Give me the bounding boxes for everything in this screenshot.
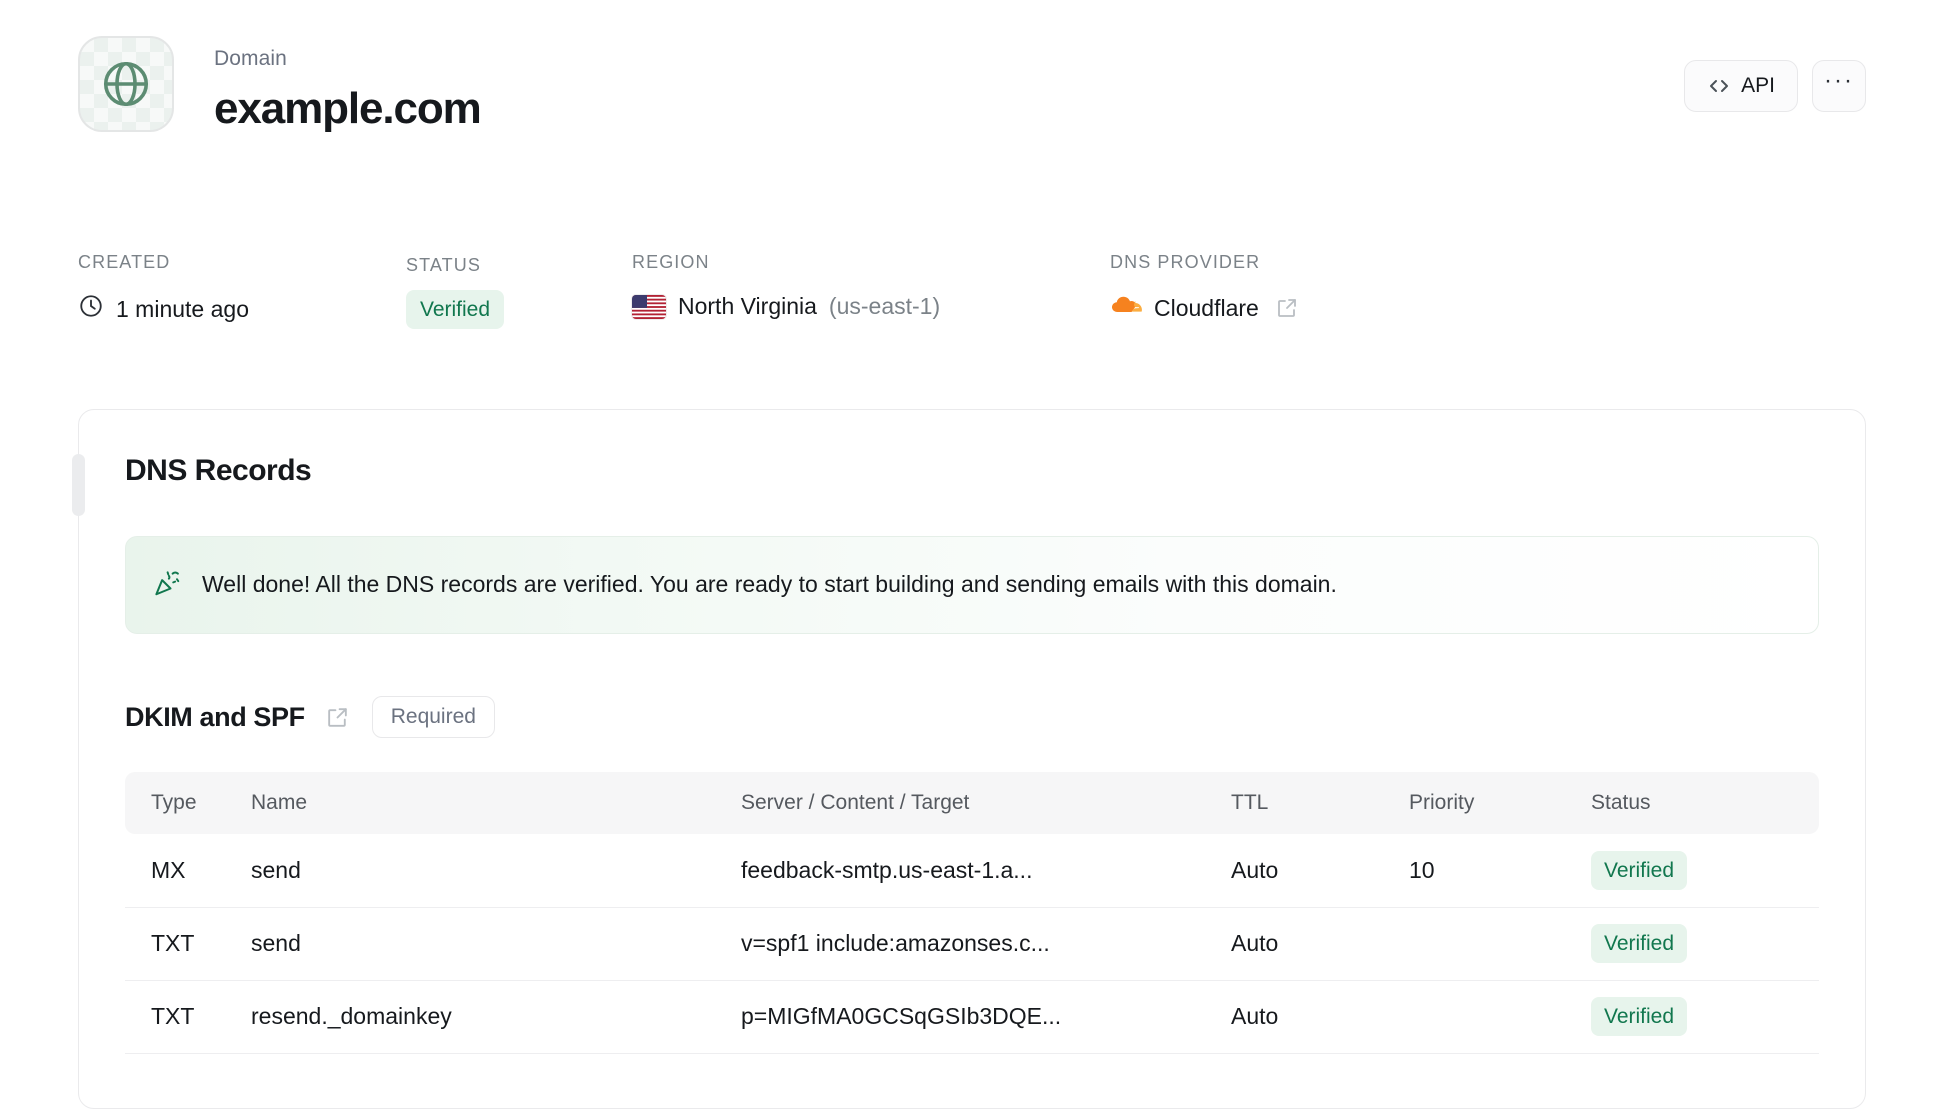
status-badge: Verified [1591, 924, 1688, 964]
column-header-status[interactable]: Status [1591, 772, 1819, 835]
dkim-spf-section-header: DKIM and SPF Required [125, 696, 1819, 739]
meta-region-code: (us-east-1) [828, 293, 941, 319]
cloudflare-icon [1110, 293, 1142, 323]
page-title: example.com [214, 84, 482, 133]
table-body: MX send feedback-smtp.us-east-1.a... Aut… [125, 834, 1819, 1054]
cell-ttl: Auto [1231, 834, 1409, 908]
table-row[interactable]: TXT send v=spf1 include:amazonses.c... A… [125, 907, 1819, 981]
column-header-ttl[interactable]: TTL [1231, 772, 1409, 835]
cell-status: Verified [1591, 834, 1819, 908]
table-row[interactable]: TXT resend._domainkey p=MIGfMA0GCSqGSIb3… [125, 980, 1819, 1054]
cell-priority [1409, 980, 1591, 1054]
dns-records-card: DNS Records Well done! All the DNS recor… [72, 409, 1866, 1110]
meta-created: CREATED 1 minute ago [78, 252, 406, 325]
cell-target: v=spf1 include:amazonses.c... [741, 907, 1231, 981]
dns-records-table: Type Name Server / Content / Target TTL … [125, 772, 1819, 1054]
meta-provider-value: Cloudflare [1154, 294, 1259, 321]
api-button[interactable]: API [1684, 60, 1798, 112]
globe-icon [99, 57, 153, 111]
cell-name: resend._domainkey [251, 980, 741, 1054]
domain-avatar-tile [78, 36, 174, 132]
card-drag-handle[interactable] [72, 454, 85, 517]
status-badge: Verified [1591, 850, 1688, 891]
success-notice: Well done! All the DNS records are verif… [125, 536, 1819, 635]
cell-target: feedback-smtp.us-east-1.a... [741, 834, 1231, 908]
cell-priority: 10 [1409, 834, 1591, 908]
meta-region-value: North Virginia [678, 293, 817, 319]
api-button-label: API [1741, 74, 1775, 97]
table-header: Type Name Server / Content / Target TTL … [125, 772, 1819, 835]
meta-created-value-row: 1 minute ago [78, 293, 406, 325]
header-actions: API ··· [1684, 36, 1866, 112]
required-badge: Required [371, 696, 495, 739]
cell-name: send [251, 907, 741, 981]
meta-provider-label: DNS PROVIDER [1110, 252, 1261, 272]
meta-created-label: CREATED [78, 252, 171, 272]
column-header-name[interactable]: Name [251, 772, 741, 835]
title-block: Domain example.com [214, 36, 482, 135]
meta-dns-provider: DNS PROVIDER Cloudflare [1110, 252, 1299, 323]
cell-type: TXT [125, 980, 251, 1054]
code-icon [1707, 74, 1731, 98]
page-header: Domain example.com API ··· [78, 0, 1866, 170]
cell-target: p=MIGfMA0GCSqGSIb3DQE... [741, 980, 1231, 1054]
cell-status: Verified [1591, 907, 1819, 981]
card-title: DNS Records [125, 454, 312, 488]
cell-name: send [251, 834, 741, 908]
status-badge: Verified [1591, 997, 1688, 1037]
table-row[interactable]: MX send feedback-smtp.us-east-1.a... Aut… [125, 834, 1819, 908]
cell-ttl: Auto [1231, 907, 1409, 981]
meta-status: STATUS Verified [406, 252, 632, 330]
meta-status-label: STATUS [406, 255, 481, 275]
meta-region-label: REGION [632, 252, 710, 272]
ellipsis-icon: ··· [1824, 67, 1854, 94]
clock-icon [78, 293, 104, 325]
cell-type: TXT [125, 907, 251, 981]
external-link-icon[interactable] [325, 705, 350, 730]
cell-status: Verified [1591, 980, 1819, 1054]
success-notice-text: Well done! All the DNS records are verif… [202, 571, 1337, 598]
page-root: Domain example.com API ··· CREATED 1 min… [0, 0, 1944, 1110]
column-header-priority[interactable]: Priority [1409, 772, 1591, 835]
cell-type: MX [125, 834, 251, 908]
meta-status-value-row: Verified [406, 290, 632, 330]
resource-type-label: Domain [214, 47, 287, 70]
party-popper-icon [152, 568, 182, 603]
meta-region-value-row: North Virginia (us-east-1) [632, 293, 1110, 320]
column-header-target[interactable]: Server / Content / Target [741, 772, 1231, 835]
table-header-row: Type Name Server / Content / Target TTL … [125, 772, 1819, 835]
meta-provider-value-row[interactable]: Cloudflare [1110, 293, 1299, 323]
section-title: DKIM and SPF [125, 701, 305, 732]
cell-priority [1409, 907, 1591, 981]
us-flag-icon [632, 294, 666, 319]
column-header-type[interactable]: Type [125, 772, 251, 835]
more-options-button[interactable]: ··· [1812, 60, 1866, 112]
external-link-icon[interactable] [1275, 296, 1299, 320]
status-badge: Verified [406, 290, 505, 330]
cell-ttl: Auto [1231, 980, 1409, 1054]
meta-created-value: 1 minute ago [116, 295, 249, 322]
metadata-strip: CREATED 1 minute ago STATUS Verified REG… [78, 170, 1866, 330]
meta-region: REGION North Virginia (us-east-1) [632, 252, 1110, 320]
